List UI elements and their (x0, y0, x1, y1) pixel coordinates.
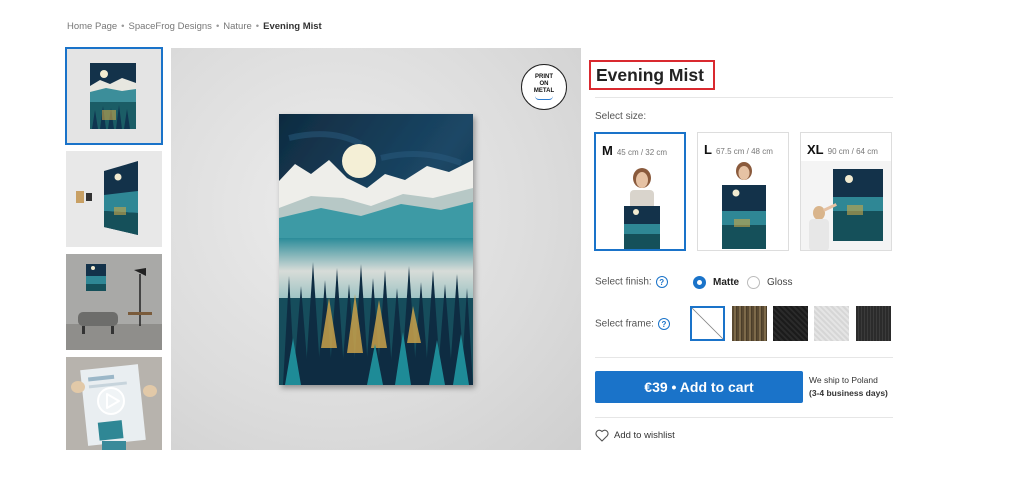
size-dimensions: 90 cm / 64 cm (827, 147, 878, 156)
artwork-main-image (279, 114, 473, 385)
size-dimensions: 67.5 cm / 48 cm (715, 147, 773, 156)
finish-help-icon[interactable]: ? (655, 276, 668, 288)
frame-help-icon[interactable]: ? (657, 318, 670, 330)
thumbnail-mounting-image (66, 151, 162, 247)
finish-matte-radio[interactable] (693, 276, 706, 289)
size-preview-image (624, 168, 660, 249)
product-title: Evening Mist (596, 64, 704, 85)
thumbnail-video[interactable] (66, 357, 162, 450)
heart-icon (595, 429, 609, 442)
frame-option-black[interactable] (773, 306, 808, 341)
product-title-box: Evening Mist (589, 60, 715, 90)
finish-label-group: Select finish:? (595, 276, 668, 288)
size-letter: L (704, 142, 712, 157)
finish-gloss-radio[interactable] (747, 276, 760, 289)
shipping-time: (3-4 business days) (809, 388, 888, 398)
breadcrumb-separator: • (215, 21, 220, 32)
frame-option-white[interactable] (814, 306, 849, 341)
breadcrumb: Home Page • SpaceFrog Designs • Nature • Eveni… (67, 21, 322, 32)
size-letter: XL (807, 142, 824, 157)
size-preview-image (801, 161, 891, 250)
size-letter: M (602, 143, 613, 158)
size-option-head: XL 90 cm / 64 cm (807, 141, 878, 159)
size-dimensions: 45 cm / 32 cm (616, 148, 668, 157)
finish-label: Select finish: (595, 276, 652, 288)
thumbnail-artwork[interactable] (65, 47, 163, 145)
badge-line-3: METAL (533, 88, 555, 94)
breadcrumb-separator: • (121, 21, 125, 32)
shipping-info: We ship to Poland (3-4 business days) (809, 374, 888, 400)
size-option-l[interactable]: L 67.5 cm / 48 cm (697, 132, 789, 251)
badge-line-2: ON (539, 81, 549, 87)
add-to-cart-button[interactable]: €39 • Add to cart (595, 371, 803, 403)
product-preview: PRINT ON METAL (171, 48, 581, 450)
divider (595, 357, 893, 358)
breadcrumb-artist[interactable]: SpaceFrog Designs (129, 21, 212, 32)
size-option-head: L 67.5 cm / 48 cm (704, 141, 773, 159)
thumbnail-room-scene[interactable] (66, 254, 162, 350)
badge-line-1: PRINT (535, 74, 553, 80)
breadcrumb-current: Evening Mist (263, 21, 322, 32)
finish-gloss-label[interactable]: Gloss (767, 277, 793, 288)
badge-swoosh (535, 96, 553, 100)
frame-option-none[interactable] (690, 306, 725, 341)
wishlist-label: Add to wishlist (614, 430, 675, 441)
no-frame-icon (691, 307, 724, 340)
thumbnail-artwork-image (66, 48, 162, 144)
finish-matte-label[interactable]: Matte (713, 277, 739, 288)
size-option-m[interactable]: M 45 cm / 32 cm (594, 132, 686, 251)
divider (595, 417, 893, 418)
frame-label: Select frame: (595, 318, 654, 330)
add-to-wishlist-link[interactable]: Add to wishlist (595, 429, 675, 442)
print-on-metal-badge: PRINT ON METAL (521, 64, 567, 110)
play-icon[interactable] (66, 357, 162, 450)
shipping-destination: We ship to Poland (809, 375, 878, 385)
size-option-xl[interactable]: XL 90 cm / 64 cm (800, 132, 892, 251)
breadcrumb-home[interactable]: Home Page (67, 21, 117, 32)
size-label: Select size: (595, 111, 647, 122)
size-option-head: M 45 cm / 32 cm (602, 142, 667, 160)
frame-option-graphite[interactable] (856, 306, 891, 341)
frame-option-wood[interactable] (732, 306, 767, 341)
divider (595, 97, 893, 98)
size-preview-image (722, 162, 766, 249)
breadcrumb-category[interactable]: Nature (223, 21, 252, 32)
thumbnail-room-scene-image (66, 254, 162, 350)
thumbnail-mounting[interactable] (66, 151, 162, 247)
frame-label-group: Select frame:? (595, 318, 670, 330)
breadcrumb-separator: • (255, 21, 260, 32)
